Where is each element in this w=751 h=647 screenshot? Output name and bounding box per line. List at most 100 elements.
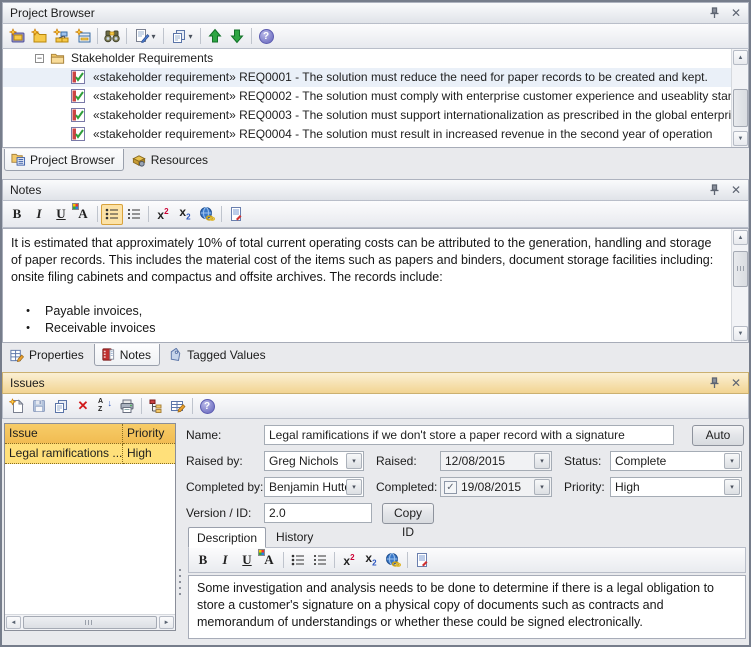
close-button[interactable]: ✕ — [728, 375, 744, 391]
raised-by-combo[interactable]: Greg Nichols ▾ — [264, 451, 364, 471]
column-header-priority[interactable]: Priority — [123, 424, 175, 444]
tree-row-stakeholder-requirements[interactable]: − Stakeholder Requirements — [3, 49, 731, 68]
splitter-handle[interactable] — [179, 569, 181, 595]
issues-grid-row[interactable]: Legal ramifications ... High — [5, 444, 175, 464]
font-color-button[interactable]: A — [72, 204, 94, 225]
tree-row-req0002[interactable]: «stakeholder requirement» REQ0002 - The … — [3, 87, 731, 106]
priority-combo[interactable]: High ▾ — [610, 477, 742, 497]
completed-date-picker[interactable]: ✓ 19/08/2015 ▾ — [440, 477, 552, 497]
scroll-thumb[interactable] — [733, 251, 748, 287]
bold-button[interactable]: B — [6, 204, 28, 225]
italic-button[interactable]: I — [28, 204, 50, 225]
subscript-button[interactable]: x2 — [174, 204, 196, 225]
bullet-list-button[interactable] — [101, 204, 123, 225]
scroll-left-button[interactable]: ◄ — [6, 616, 21, 629]
tab-notes[interactable]: Notes — [94, 344, 160, 366]
tree-vertical-scrollbar[interactable]: ▲ ▼ — [731, 49, 748, 147]
delete-issue-button[interactable]: ✕ — [72, 396, 94, 417]
font-color-button[interactable]: A — [258, 550, 280, 571]
print-button[interactable] — [116, 396, 138, 417]
move-up-button[interactable] — [204, 26, 226, 47]
issues-grid-hscrollbar[interactable]: ◄ ► — [5, 614, 175, 630]
new-element-button[interactable] — [72, 26, 94, 47]
help-button[interactable]: ? — [196, 396, 218, 417]
italic-button[interactable]: I — [214, 550, 236, 571]
dropdown-arrow-icon[interactable]: ▾ — [724, 453, 740, 469]
tree-row-req0003[interactable]: «stakeholder requirement» REQ0003 - The … — [3, 106, 731, 125]
version-id-input[interactable]: 2.0 — [264, 503, 372, 523]
completed-checkbox[interactable]: ✓ — [444, 481, 457, 494]
dropdown-arrow-icon[interactable]: ▾ — [724, 479, 740, 495]
notes-editor[interactable]: It is estimated that approximately 10% o… — [2, 228, 749, 343]
close-button[interactable]: ✕ — [728, 5, 744, 21]
tab-description[interactable]: Description — [188, 527, 266, 548]
hyperlink-button[interactable] — [196, 204, 218, 225]
tab-history[interactable]: History — [268, 527, 321, 548]
tab-project-browser[interactable]: Project Browser — [4, 149, 124, 171]
sort-button[interactable]: A Z ↓ — [94, 396, 116, 417]
column-header-issue[interactable]: Issue — [5, 424, 123, 444]
pin-button[interactable] — [706, 182, 722, 198]
subscript-icon: x2 — [365, 552, 376, 567]
copy-id-button[interactable]: Copy ID — [382, 503, 434, 524]
numbered-list-button[interactable] — [123, 204, 145, 225]
dropdown-arrow-icon[interactable]: ▾ — [346, 453, 362, 469]
edit-notes-document-button[interactable] — [411, 550, 433, 571]
notes-vertical-scrollbar[interactable]: ▲ ▼ — [731, 229, 748, 342]
collapse-expander-icon[interactable]: − — [35, 54, 44, 63]
help-button[interactable]: ? — [255, 26, 277, 47]
tree-row-req0004[interactable]: «stakeholder requirement» REQ0004 - The … — [3, 125, 731, 144]
scroll-thumb[interactable] — [733, 89, 748, 127]
tab-label: Project Browser — [30, 153, 115, 167]
tab-resources[interactable]: Resources — [126, 149, 216, 171]
show-hierarchy-button[interactable] — [145, 396, 167, 417]
dropdown-arrow-icon[interactable]: ▾ — [346, 479, 362, 495]
copy-issue-button[interactable] — [50, 396, 72, 417]
pin-button[interactable] — [706, 375, 722, 391]
edit-properties-button[interactable] — [167, 396, 189, 417]
scroll-down-button[interactable]: ▼ — [733, 131, 748, 146]
superscript-button[interactable]: x2 — [152, 204, 174, 225]
superscript-button[interactable]: x2 — [338, 550, 360, 571]
sort-az-icon: A Z ↓ — [97, 398, 113, 414]
auto-button[interactable]: Auto — [692, 425, 744, 446]
bullet-list-button[interactable] — [287, 550, 309, 571]
find-in-browser-button[interactable] — [101, 26, 123, 47]
raised-date-picker[interactable]: 12/08/2015 ▾ — [440, 451, 552, 471]
underline-button[interactable]: U — [50, 204, 72, 225]
scroll-down-button[interactable]: ▼ — [733, 326, 748, 341]
new-model-button[interactable] — [6, 26, 28, 47]
name-input[interactable]: Legal ramifications if we don't store a … — [264, 425, 674, 445]
save-issue-button[interactable] — [28, 396, 50, 417]
bold-button[interactable]: B — [192, 550, 214, 571]
raised-label: Raised: — [376, 451, 417, 471]
hyperlink-button[interactable] — [382, 550, 404, 571]
edit-notes-document-button[interactable] — [225, 204, 247, 225]
scroll-up-button[interactable]: ▲ — [733, 230, 748, 245]
scroll-thumb[interactable] — [23, 616, 157, 629]
dropdown-arrow-icon[interactable]: ▾ — [534, 479, 550, 495]
scroll-right-button[interactable]: ► — [159, 616, 174, 629]
tree-row-req0001[interactable]: «stakeholder requirement» REQ0001 - The … — [3, 68, 731, 87]
pin-icon — [709, 184, 720, 196]
move-down-button[interactable] — [226, 26, 248, 47]
new-issue-button[interactable] — [6, 396, 28, 417]
close-button[interactable]: ✕ — [728, 182, 744, 198]
underline-button[interactable]: U — [236, 550, 258, 571]
subscript-button[interactable]: x2 — [360, 550, 382, 571]
notes-bullet-item: • Payable invoices, — [11, 303, 724, 320]
notes-paragraph: It is estimated that approximately 10% o… — [11, 235, 724, 286]
numbered-list-button[interactable] — [309, 550, 331, 571]
copy-views-button[interactable]: ▾ — [167, 26, 197, 47]
tab-tagged-values[interactable]: Tagged Values — [162, 344, 274, 366]
scroll-up-button[interactable]: ▲ — [733, 50, 748, 65]
new-package-button[interactable] — [28, 26, 50, 47]
pin-button[interactable] — [706, 5, 722, 21]
description-editor[interactable]: Some investigation and analysis needs to… — [188, 575, 746, 639]
dropdown-arrow-icon[interactable]: ▾ — [534, 453, 550, 469]
completed-by-combo[interactable]: Benjamin Hutton ▾ — [264, 477, 364, 497]
status-combo[interactable]: Complete ▾ — [610, 451, 742, 471]
edit-element-button[interactable]: ▾ — [130, 26, 160, 47]
new-diagram-button[interactable] — [50, 26, 72, 47]
tab-properties[interactable]: Properties — [4, 344, 92, 366]
